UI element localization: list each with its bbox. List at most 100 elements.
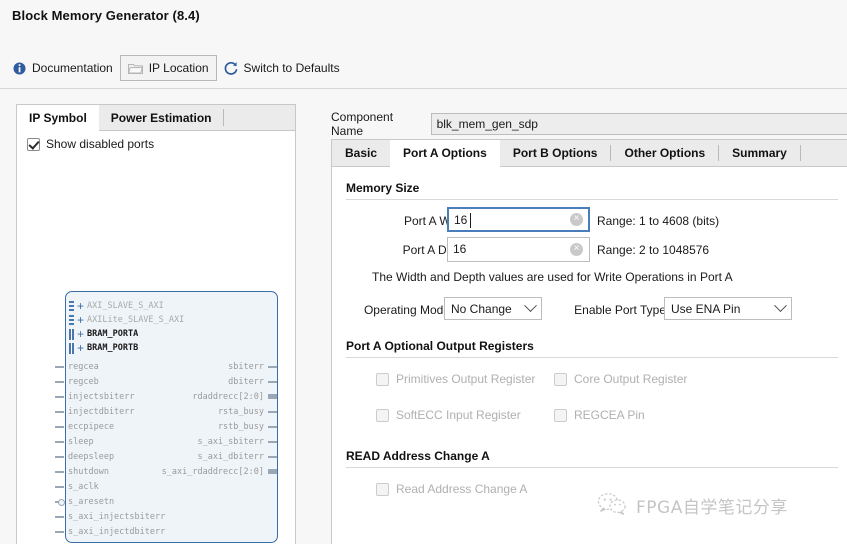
clear-icon[interactable]: ×	[570, 243, 583, 256]
pin-stub-icon	[55, 530, 64, 533]
input-pin: regceb	[55, 375, 99, 388]
bus-row[interactable]: + AXILite_SLAVE_S_AXI	[69, 313, 184, 327]
input-pin: shutdown	[55, 465, 109, 478]
checkbox-box	[554, 408, 567, 422]
input-pin: injectsbiterr	[55, 390, 135, 403]
component-name-label: Component Name	[331, 110, 394, 138]
expand-plus-icon[interactable]: +	[77, 342, 84, 354]
left-tabstrip: IP Symbol Power Estimation	[17, 105, 295, 131]
input-pin: s_aresetn	[55, 495, 114, 508]
output-pin: rsta_busy	[218, 405, 277, 418]
tab-basic-label: Basic	[345, 146, 378, 160]
expand-plus-icon[interactable]: +	[77, 300, 84, 312]
clear-icon[interactable]: ×	[570, 213, 583, 226]
switch-to-defaults-button[interactable]: Switch to Defaults	[217, 55, 347, 81]
pin-stub-icon	[55, 380, 64, 383]
tab-power-estimation[interactable]: Power Estimation	[99, 105, 224, 130]
read-address-change-a-label: Read Address Change A	[396, 482, 528, 496]
pin-label: s_axi_injectdbiterr	[68, 526, 166, 537]
tab-port-b-options[interactable]: Port B Options	[500, 140, 611, 166]
tab-basic[interactable]: Basic	[332, 140, 390, 166]
tab-summary[interactable]: Summary	[719, 140, 800, 166]
pin-stub-icon	[268, 455, 277, 458]
refresh-icon	[224, 61, 238, 75]
tab-port-a-options-label: Port A Options	[403, 146, 487, 160]
pin-stub-bus-icon	[268, 469, 277, 474]
output-pin: s_axi_rdaddrecc[2:0]	[162, 465, 277, 478]
pin-stub-icon	[268, 425, 277, 428]
toolbar: Documentation IP Location Switch to Defa…	[6, 53, 347, 83]
port-a-depth-input[interactable]: 16	[447, 237, 590, 262]
pin-label: eccpipece	[68, 421, 115, 432]
read-address-change-a-checkbox[interactable]: Read Address Change A	[376, 482, 527, 496]
pin-label: sleep	[68, 436, 94, 447]
bus-grip-icon	[69, 342, 74, 354]
tab-port-a-options[interactable]: Port A Options	[390, 140, 500, 167]
pin-stub-icon	[55, 440, 64, 443]
tab-other-options-label: Other Options	[624, 146, 706, 160]
memory-size-section-title: Memory Size	[346, 181, 420, 195]
pin-stub-icon	[55, 395, 64, 398]
checkbox-box	[376, 482, 389, 496]
checkbox-box	[554, 372, 567, 386]
read-address-change-section-title: READ Address Change A	[346, 449, 490, 463]
optional-output-registers-section-title: Port A Optional Output Registers	[346, 339, 534, 353]
core-output-register-checkbox[interactable]: Core Output Register	[554, 372, 687, 386]
port-a-width-range: Range: 1 to 4608 (bits)	[597, 214, 720, 228]
enable-port-type-select[interactable]: Use ENA Pin	[664, 297, 792, 320]
output-pin: rdaddrecc[2:0]	[192, 390, 277, 403]
tabstrip-divider	[223, 109, 225, 126]
switch-to-defaults-label: Switch to Defaults	[243, 61, 340, 75]
primitives-output-register-label: Primitives Output Register	[396, 372, 536, 386]
pin-label: regcea	[68, 361, 99, 372]
bus-row[interactable]: + BRAM_PORTB	[69, 341, 138, 355]
ip-symbol-panel: IP Symbol Power Estimation Show disabled…	[16, 104, 296, 544]
output-pin: s_axi_sbiterr	[197, 435, 277, 448]
page-title: Block Memory Generator (8.4)	[12, 8, 200, 23]
bus-row[interactable]: + AXI_SLAVE_S_AXI	[69, 299, 164, 313]
pin-stub-bus-icon	[268, 394, 277, 399]
input-pin: deepsleep	[55, 450, 114, 463]
port-a-depth-range: Range: 2 to 1048576	[597, 243, 710, 257]
port-a-options-content: Memory Size Port A Width 16 × Range: 1 t…	[332, 167, 847, 544]
width-depth-note: The Width and Depth values are used for …	[372, 270, 733, 284]
header-divider	[0, 88, 847, 89]
softecc-input-register-checkbox[interactable]: SoftECC Input Register	[376, 408, 521, 422]
section-divider	[346, 357, 838, 358]
pin-label: deepsleep	[68, 451, 115, 462]
regcea-pin-checkbox[interactable]: REGCEA Pin	[554, 408, 645, 422]
pin-label: regceb	[68, 376, 99, 387]
enable-port-type-label: Enable Port Type	[574, 303, 666, 317]
input-pin: s_axi_injectsbiterr	[55, 510, 165, 523]
component-name-input[interactable]: blk_mem_gen_sdp	[430, 113, 847, 135]
documentation-button[interactable]: Documentation	[6, 55, 120, 81]
tab-port-b-options-label: Port B Options	[512, 146, 598, 160]
pin-label: injectsbiterr	[68, 391, 135, 402]
expand-plus-icon[interactable]: +	[77, 328, 84, 340]
regcea-pin-label: REGCEA Pin	[574, 408, 645, 422]
output-pin: s_axi_dbiterr	[197, 450, 277, 463]
port-a-width-input[interactable]: 16	[447, 207, 590, 232]
show-disabled-ports-checkbox[interactable]: Show disabled ports	[27, 137, 154, 151]
pin-stub-icon	[55, 410, 64, 413]
pin-label: s_axi_rdaddrecc[2:0]	[161, 466, 264, 477]
bus-label: BRAM_PORTA	[87, 329, 139, 339]
right-tabstrip: Basic Port A Options Port B Options Othe…	[332, 140, 847, 167]
primitives-output-register-checkbox[interactable]: Primitives Output Register	[376, 372, 535, 386]
bus-row[interactable]: + BRAM_PORTA	[69, 327, 138, 341]
tab-other-options[interactable]: Other Options	[611, 140, 718, 166]
section-divider	[346, 199, 838, 200]
operating-mode-select[interactable]: No Change	[444, 297, 542, 320]
pin-stub-icon	[55, 515, 64, 518]
ip-location-button[interactable]: IP Location	[119, 55, 217, 81]
enable-port-type-value: Use ENA Pin	[671, 301, 741, 316]
pin-stub-icon	[55, 485, 64, 488]
pin-label: shutdown	[68, 466, 109, 477]
softecc-input-register-label: SoftECC Input Register	[396, 408, 521, 422]
bus-grip-icon	[69, 300, 74, 312]
operating-mode-label: Operating Mode	[363, 303, 450, 317]
chevron-down-icon	[774, 299, 787, 313]
expand-plus-icon[interactable]: +	[77, 314, 84, 326]
bus-label: AXI_SLAVE_S_AXI	[87, 301, 164, 311]
tab-ip-symbol[interactable]: IP Symbol	[17, 105, 99, 131]
